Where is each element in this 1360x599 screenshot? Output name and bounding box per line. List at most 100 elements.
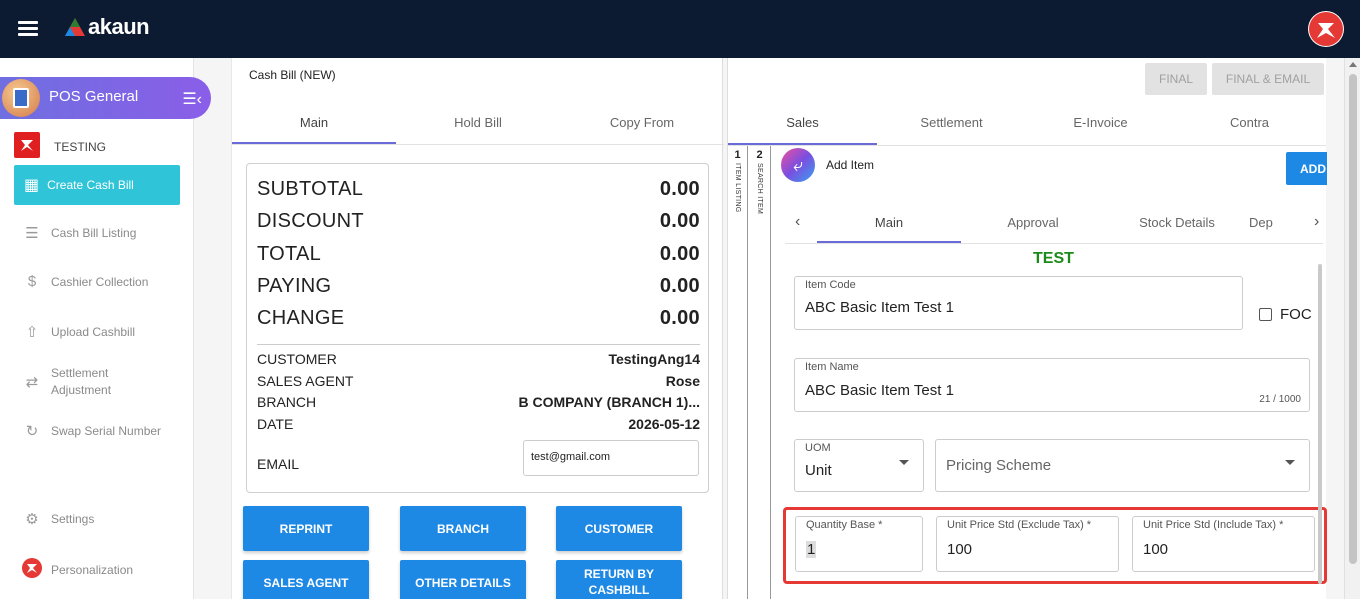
unit-price-exclude-tax-field[interactable]: Unit Price Std (Exclude Tax) * 100 <box>936 516 1119 572</box>
tab-contra[interactable]: Contra <box>1175 102 1324 145</box>
customer-label: CUSTOMER <box>257 351 337 367</box>
tab-copy-from[interactable]: Copy From <box>560 102 724 144</box>
company-selector[interactable]: TESTING <box>14 132 106 158</box>
swap-arrows-icon: ⇄ <box>25 374 39 391</box>
akaun-logo[interactable]: akaun <box>64 14 150 40</box>
uom-select[interactable]: UOM Unit <box>794 439 924 492</box>
tab-e-invoice[interactable]: E-Invoice <box>1026 102 1175 145</box>
bill-tabs: Main Hold Bill Copy From <box>232 102 724 145</box>
sidebar-item-label: Personalization <box>51 563 134 577</box>
step-number: 1 <box>734 149 741 161</box>
tab-settlement[interactable]: Settlement <box>877 102 1026 145</box>
sales-agent-label: SALES AGENT <box>257 373 354 389</box>
sidebar-item-create-cash-bill[interactable]: ▦ Create Cash Bill <box>14 165 180 205</box>
discount-value: 0.00 <box>659 210 700 232</box>
unit-price-include-tax-field[interactable]: Unit Price Std (Include Tax) * 100 <box>1132 516 1315 572</box>
chevron-right-icon[interactable]: › <box>1314 213 1319 231</box>
sidebar-item-label: Settlement Adjustment <box>51 366 112 397</box>
item-subtabs: Main Approval Stock Details Dep <box>785 204 1323 244</box>
sidebar-item-settings[interactable]: ⚙ Settings <box>22 510 94 528</box>
paying-value: 0.00 <box>659 275 700 297</box>
quantity-base-label: Quantity Base * <box>806 519 883 531</box>
uom-label: UOM <box>805 442 831 454</box>
user-avatar[interactable] <box>1308 11 1344 47</box>
bill-summary-card: SUBTOTAL 0.00 DISCOUNT 0.00 TOTAL 0.00 P… <box>246 163 709 493</box>
back-arrow-icon[interactable]: ⤶ <box>781 148 815 182</box>
tab-approval[interactable]: Approval <box>961 204 1105 243</box>
tab-dep[interactable]: Dep <box>1249 204 1281 243</box>
step-label: SEARCH ITEM <box>756 163 763 215</box>
sidebar-item-personalization[interactable]: Personalization <box>22 558 133 582</box>
branch-row: BRANCH B COMPANY (BRANCH 1)... <box>257 394 700 410</box>
branch-value: B COMPANY (BRANCH 1)... <box>518 394 701 410</box>
sidebar-item-label: Cash Bill Listing <box>51 226 137 240</box>
subtotal-value: 0.00 <box>659 178 700 200</box>
sales-agent-button[interactable]: SALES AGENT <box>243 560 369 599</box>
tab-main[interactable]: Main <box>817 204 961 243</box>
scrollbar-thumb[interactable] <box>1349 74 1357 564</box>
date-row: DATE 2026-05-12 <box>257 416 700 432</box>
customer-value: TestingAng14 <box>608 351 700 367</box>
item-listing-step[interactable]: 1 ITEM LISTING <box>728 146 748 599</box>
inner-scrollbar[interactable] <box>1318 264 1322 584</box>
subtotal-row: SUBTOTAL 0.00 <box>257 178 700 201</box>
final-email-button[interactable]: FINAL & EMAIL <box>1212 63 1324 95</box>
tab-hold-bill[interactable]: Hold Bill <box>396 102 560 144</box>
unit-price-exclude-tax-value: 100 <box>947 541 973 558</box>
sidebar-item-swap-serial-number[interactable]: ↻ Swap Serial Number <box>22 422 161 440</box>
company-logo-icon <box>14 132 40 158</box>
quantity-base-field[interactable]: Quantity Base * 1 <box>795 516 923 572</box>
add-item-title: Add Item <box>826 158 875 172</box>
reprint-button[interactable]: REPRINT <box>243 506 369 551</box>
date-value: 2026-05-12 <box>628 416 700 432</box>
item-name-field[interactable]: Item Name ABC Basic Item Test 1 21 / 100… <box>794 358 1310 412</box>
item-code-label: Item Code <box>805 279 856 291</box>
customer-button[interactable]: CUSTOMER <box>556 506 682 551</box>
add-button[interactable]: ADD <box>1286 152 1327 185</box>
search-item-step[interactable]: 2 SEARCH ITEM <box>749 146 771 599</box>
final-button[interactable]: FINAL <box>1145 63 1207 95</box>
sales-agent-value: Rose <box>665 373 700 389</box>
module-header[interactable]: POS General ☰‹ <box>0 77 211 119</box>
sales-tabs: Sales Settlement E-Invoice Contra <box>728 102 1326 146</box>
sidebar-item-upload-cashbill[interactable]: ⇧ Upload Cashbill <box>22 323 135 341</box>
unit-price-include-tax-label: Unit Price Std (Include Tax) * <box>1143 519 1284 531</box>
branch-button[interactable]: BRANCH <box>400 506 526 551</box>
foc-checkbox[interactable]: FOC <box>1259 306 1312 323</box>
other-details-button[interactable]: OTHER DETAILS <box>400 560 526 599</box>
list-icon: ☰ <box>25 225 39 242</box>
discount-row: DISCOUNT 0.00 <box>257 210 700 233</box>
paying-label: PAYING <box>257 275 332 297</box>
dropdown-arrow-icon <box>899 460 909 465</box>
return-by-cashbill-button[interactable]: RETURN BY CASHBILL <box>556 560 682 599</box>
foc-label: FOC <box>1280 306 1312 323</box>
top-app-bar: akaun <box>0 0 1360 58</box>
sales-agent-row: SALES AGENT Rose <box>257 373 700 389</box>
sidebar: POS General ☰‹ TESTING ▦ Create Cash Bil… <box>0 58 211 599</box>
item-code-field[interactable]: Item Code ABC Basic Item Test 1 <box>794 276 1243 330</box>
unit-price-include-tax-value: 100 <box>1143 541 1169 558</box>
sidebar-item-cashier-collection[interactable]: $ Cashier Collection <box>22 273 149 290</box>
sidebar-item-label: Swap Serial Number <box>51 424 162 438</box>
sidebar-item-label: Upload Cashbill <box>51 325 136 339</box>
email-label: EMAIL <box>257 456 300 472</box>
hamburger-menu-icon[interactable] <box>18 21 38 37</box>
step-label: ITEM LISTING <box>734 163 741 213</box>
tab-stock-details[interactable]: Stock Details <box>1105 204 1249 243</box>
tab-main[interactable]: Main <box>232 102 396 144</box>
module-title: POS General <box>49 88 139 105</box>
sidebar-item-settlement-adjustment[interactable]: ⇄ Settlement Adjustment <box>22 365 141 399</box>
refresh-icon: ↻ <box>25 423 39 440</box>
total-label: TOTAL <box>257 243 322 265</box>
email-field[interactable]: test@gmail.com <box>523 440 699 476</box>
scroll-up-icon[interactable] <box>1349 62 1357 67</box>
item-name-label: Item Name <box>805 361 859 373</box>
collapse-sidebar-icon[interactable]: ☰‹ <box>182 89 202 109</box>
page-title: Cash Bill (NEW) <box>249 68 336 82</box>
sidebar-item-cash-bill-listing[interactable]: ☰ Cash Bill Listing <box>22 224 136 242</box>
pricing-scheme-placeholder: Pricing Scheme <box>946 457 1052 474</box>
tab-sales[interactable]: Sales <box>728 102 877 145</box>
logo-text: akaun <box>88 14 150 39</box>
page-scrollbar[interactable] <box>1344 58 1360 599</box>
pricing-scheme-select[interactable]: Pricing Scheme <box>935 439 1310 492</box>
